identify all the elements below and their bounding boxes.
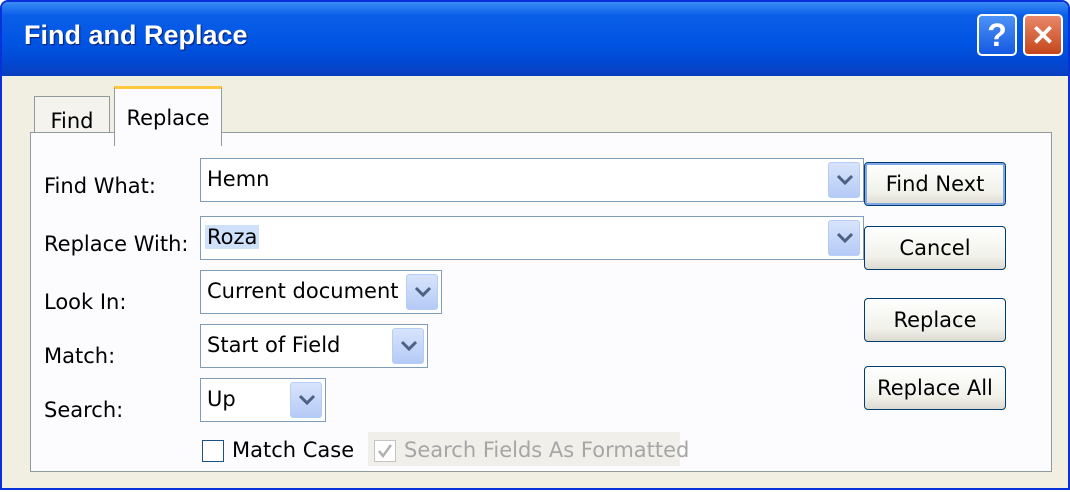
find-replace-dialog: Find and Replace ? ✕ Find Replace Find W… <box>0 0 1070 490</box>
cancel-button[interactable]: Cancel <box>864 226 1006 270</box>
find-next-button[interactable]: Find Next <box>864 162 1006 206</box>
search-direction-dropdown-button[interactable] <box>290 382 322 418</box>
title-bar[interactable]: Find and Replace ? ✕ <box>2 2 1068 76</box>
look-in-label: Look In: <box>44 290 127 314</box>
chevron-down-icon <box>836 232 854 244</box>
replace-with-text-wrap: Roza <box>205 225 260 249</box>
search-fields-formatted-checkbox[interactable] <box>374 440 396 462</box>
match-select[interactable]: Start of Field <box>200 324 428 368</box>
look-in-value: Current document <box>207 279 399 303</box>
search-direction-select[interactable]: Up <box>200 378 326 422</box>
find-what-combo[interactable]: Hemn <box>200 158 864 202</box>
chevron-down-icon <box>298 394 316 406</box>
match-case-label[interactable]: Match Case <box>232 438 354 462</box>
replace-with-label: Replace With: <box>44 232 189 256</box>
close-button[interactable]: ✕ <box>1023 14 1063 56</box>
match-value: Start of Field <box>207 333 341 357</box>
find-what-dropdown-button[interactable] <box>828 162 860 198</box>
replace-with-dropdown-button[interactable] <box>828 220 860 256</box>
chevron-down-icon <box>400 340 418 352</box>
replace-with-combo[interactable]: Roza <box>200 216 864 260</box>
close-icon: ✕ <box>1031 19 1055 51</box>
search-label: Search: <box>44 398 124 422</box>
match-dropdown-button[interactable] <box>392 328 424 364</box>
replace-button[interactable]: Replace <box>864 298 1006 342</box>
chevron-down-icon <box>836 174 854 186</box>
search-direction-value: Up <box>207 387 236 411</box>
find-what-value: Hemn <box>207 167 270 191</box>
chevron-down-icon <box>414 286 432 298</box>
find-what-label: Find What: <box>44 174 156 198</box>
match-case-checkbox[interactable] <box>202 440 224 462</box>
dialog-title: Find and Replace <box>24 20 248 50</box>
tab-find-label: Find <box>50 108 94 133</box>
tab-replace-label: Replace <box>126 105 210 130</box>
look-in-select[interactable]: Current document <box>200 270 442 314</box>
replace-with-value: Roza <box>205 225 260 249</box>
help-button[interactable]: ? <box>977 14 1017 56</box>
dialog-body: Find Replace Find What: Hemn Replace Wit… <box>2 76 1068 488</box>
check-icon <box>378 444 393 459</box>
help-icon: ? <box>987 16 1007 53</box>
search-fields-formatted-label: Search Fields As Formatted <box>404 438 690 462</box>
match-label: Match: <box>44 344 116 368</box>
replace-all-button[interactable]: Replace All <box>864 366 1006 410</box>
tab-replace[interactable]: Replace <box>114 86 222 146</box>
look-in-dropdown-button[interactable] <box>406 274 438 310</box>
